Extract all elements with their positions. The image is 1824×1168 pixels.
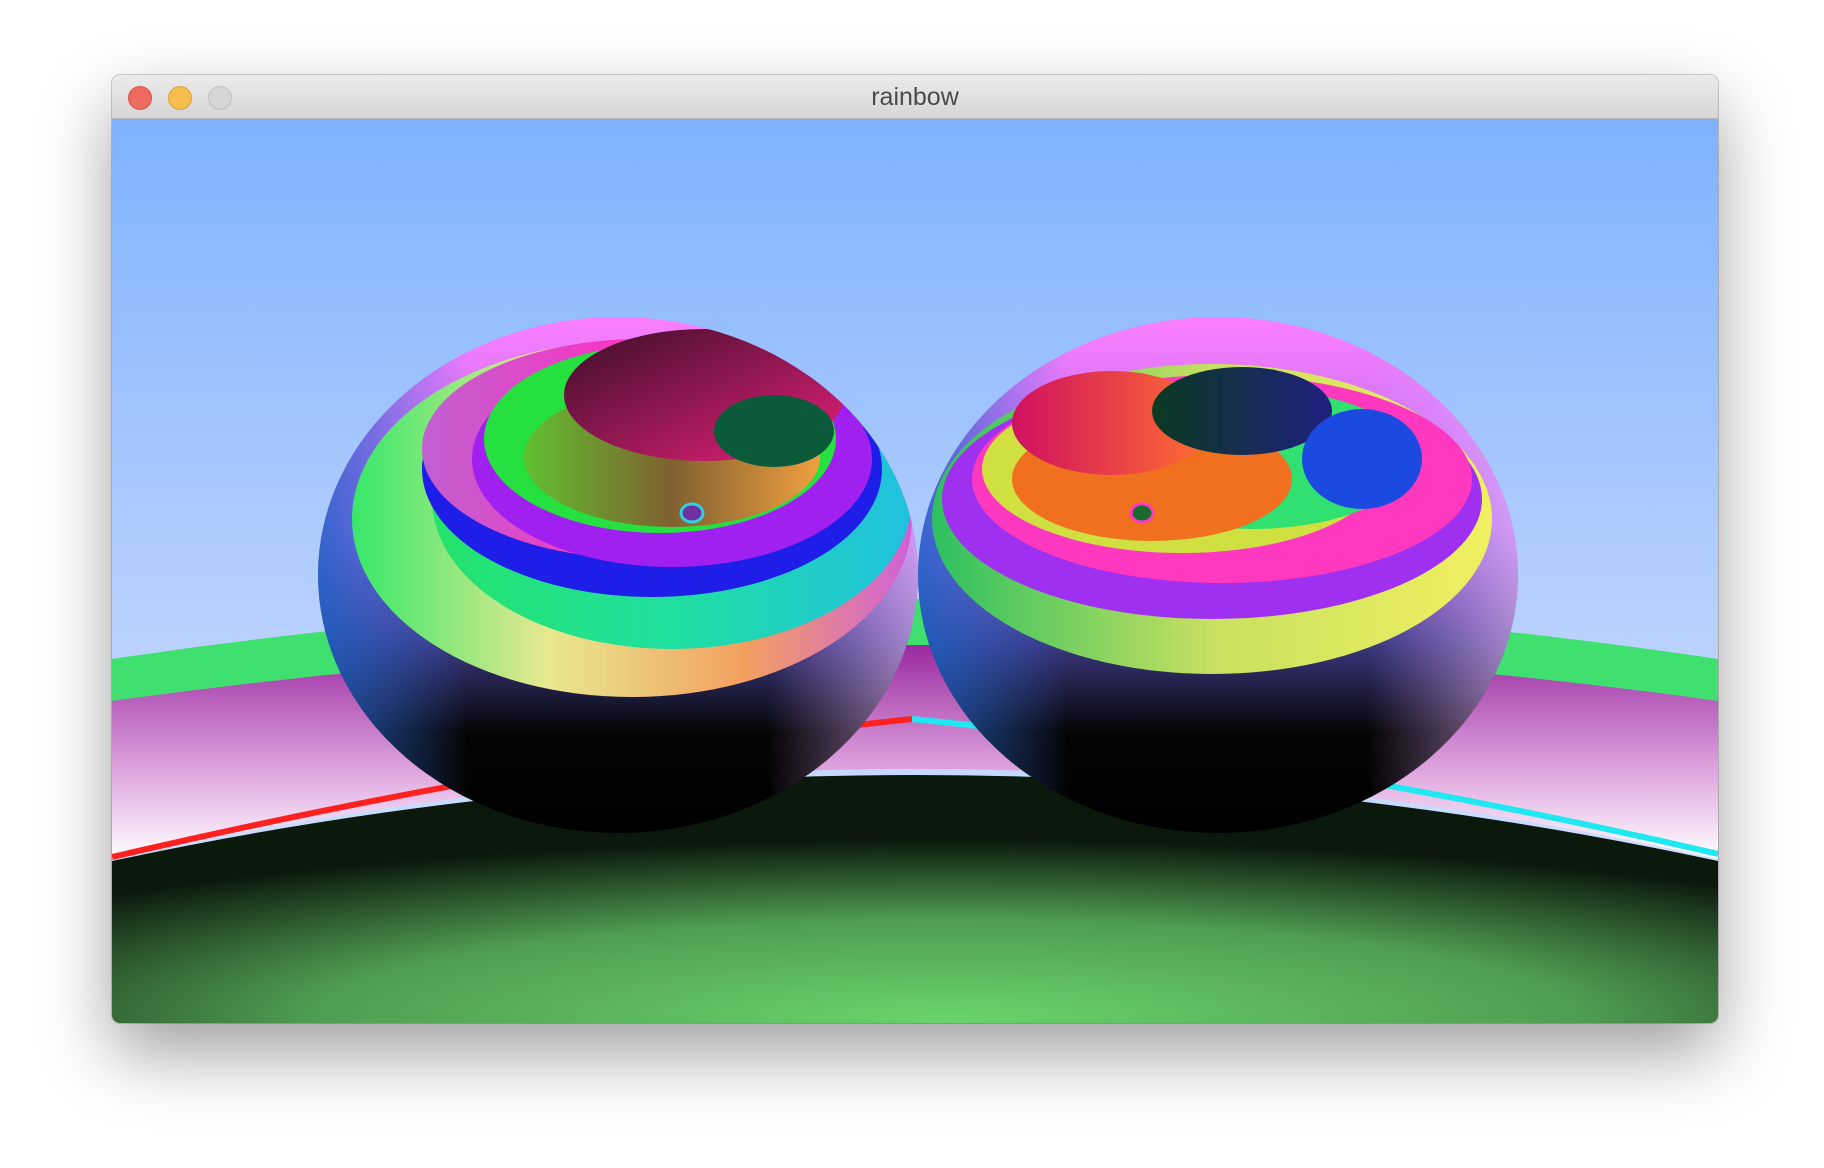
window-title: rainbow	[871, 83, 959, 111]
left-sphere	[318, 317, 918, 833]
title-bar[interactable]: rainbow	[112, 75, 1718, 119]
right-sphere	[918, 317, 1518, 833]
render-canvas	[112, 119, 1718, 1023]
app-window: rainbow	[112, 75, 1718, 1023]
